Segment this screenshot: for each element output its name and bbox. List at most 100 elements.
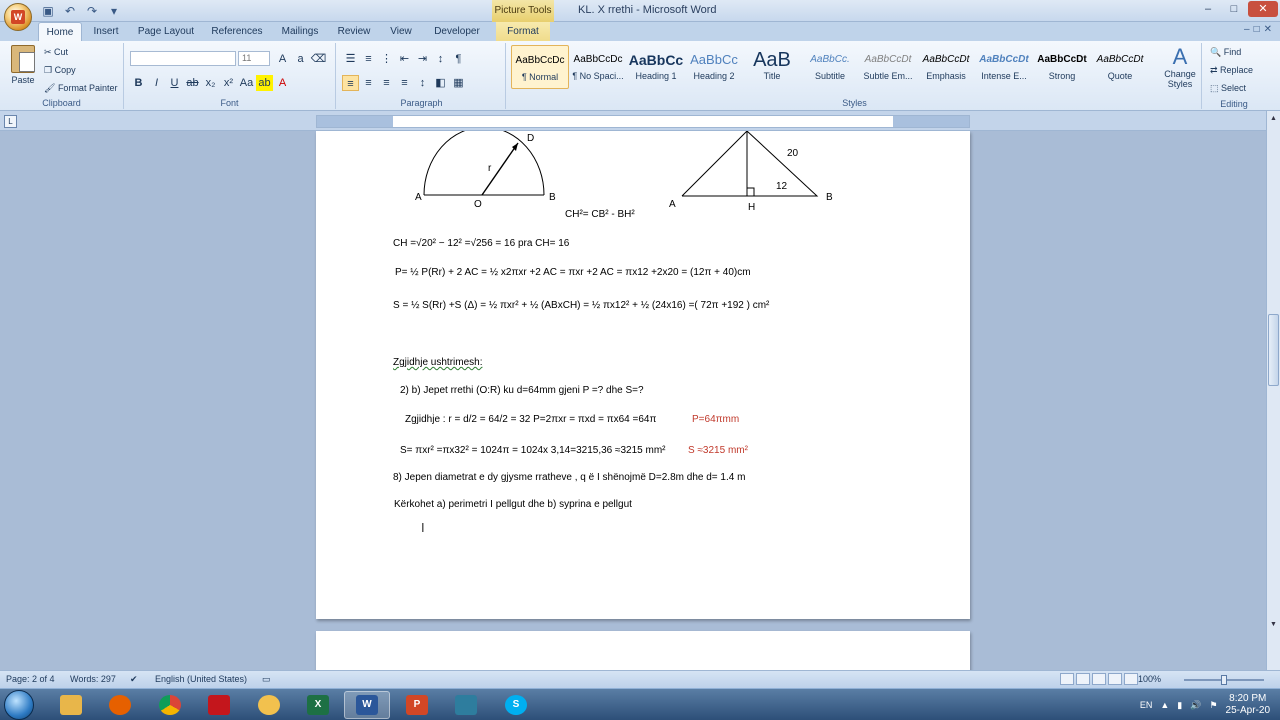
sort-icon[interactable]: ↕: [432, 51, 449, 67]
page-count[interactable]: Page: 2 of 4: [6, 674, 55, 684]
taskbar-acrobat[interactable]: [196, 691, 242, 719]
grow-font-icon[interactable]: A: [274, 51, 291, 67]
font-size-select[interactable]: 11: [238, 51, 270, 66]
shrink-font-icon[interactable]: a: [292, 51, 309, 67]
superscript-icon[interactable]: x²: [220, 75, 237, 91]
taskbar-chrome[interactable]: [147, 691, 193, 719]
scroll-up-icon[interactable]: ▲: [1268, 113, 1279, 124]
decrease-indent-icon[interactable]: ⇤: [396, 51, 413, 67]
proofing-icon[interactable]: ✔: [130, 674, 138, 685]
font-name-select[interactable]: [130, 51, 236, 66]
underline-icon[interactable]: U: [166, 75, 183, 91]
taskbar-explorer[interactable]: [48, 691, 94, 719]
taskbar-firefox[interactable]: [97, 691, 143, 719]
tab-home[interactable]: Home: [38, 22, 82, 41]
increase-indent-icon[interactable]: ⇥: [414, 51, 431, 67]
style-normal[interactable]: AaBbCcDc ¶ Normal: [511, 45, 569, 89]
minimize-button[interactable]: –: [1196, 1, 1220, 17]
save-icon[interactable]: ▣: [40, 3, 56, 19]
zoom-slider[interactable]: [1184, 675, 1264, 685]
borders-icon[interactable]: ▦: [450, 75, 467, 91]
multilevel-list-icon[interactable]: ⋮: [378, 51, 395, 67]
draft-icon[interactable]: [1124, 673, 1138, 685]
language-indicator[interactable]: English (United States): [155, 674, 247, 684]
align-left-icon[interactable]: ≡: [342, 75, 359, 91]
highlight-icon[interactable]: ab: [256, 75, 273, 91]
document-page-next[interactable]: [316, 631, 970, 670]
taskbar-skype[interactable]: S: [493, 691, 539, 719]
ribbon-close-button[interactable]: ✕: [1264, 24, 1272, 35]
style-subtitle[interactable]: AaBbCc. Subtitle: [801, 45, 859, 89]
format-painter-button[interactable]: 🖌 Format Painter: [44, 83, 117, 94]
subscript-icon[interactable]: x₂: [202, 75, 219, 91]
volume-icon[interactable]: 🔊: [1190, 700, 1201, 711]
tab-references[interactable]: References: [210, 22, 264, 41]
bullets-icon[interactable]: ☰: [342, 51, 359, 67]
style-strong[interactable]: AaBbCcDt Strong: [1033, 45, 1091, 89]
italic-icon[interactable]: I: [148, 75, 165, 91]
taskbar-app[interactable]: [246, 691, 292, 719]
web-layout-icon[interactable]: [1092, 673, 1106, 685]
style-title[interactable]: AaB Title: [743, 45, 801, 89]
macro-icon[interactable]: ▭: [262, 674, 271, 685]
tab-review[interactable]: Review: [334, 22, 374, 41]
style-no-spacing[interactable]: AaBbCcDc ¶ No Spaci...: [569, 45, 627, 89]
select-button[interactable]: ⬚ Select: [1210, 83, 1246, 94]
horizontal-ruler[interactable]: [316, 115, 970, 128]
view-ruler-toggle[interactable]: L: [4, 115, 17, 128]
font-color-icon[interactable]: A: [274, 75, 291, 91]
style-subtle-emphasis[interactable]: AaBbCcDt Subtle Em...: [859, 45, 917, 89]
scroll-thumb[interactable]: [1268, 314, 1279, 386]
outline-icon[interactable]: [1108, 673, 1122, 685]
style-emphasis[interactable]: AaBbCcDt Emphasis: [917, 45, 975, 89]
style-heading-2[interactable]: AaBbCc Heading 2: [685, 45, 743, 89]
taskbar-powerpoint[interactable]: P: [394, 691, 440, 719]
tab-view[interactable]: View: [384, 22, 418, 41]
tab-mailings[interactable]: Mailings: [278, 22, 322, 41]
copy-button[interactable]: ❐ Copy: [44, 65, 76, 76]
clear-formatting-icon[interactable]: ⌫: [310, 51, 327, 67]
print-layout-icon[interactable]: [1060, 673, 1074, 685]
style-intense-emphasis[interactable]: AaBbCcDt Intense E...: [975, 45, 1033, 89]
ribbon-minimize-button[interactable]: –: [1244, 24, 1250, 35]
bold-icon[interactable]: B: [130, 75, 147, 91]
ribbon-restore-button[interactable]: □: [1254, 24, 1260, 35]
start-button[interactable]: [4, 690, 34, 720]
zoom-knob[interactable]: [1221, 675, 1227, 685]
tray-arrow-icon[interactable]: ▲: [1160, 700, 1169, 710]
zoom-level[interactable]: 100%: [1138, 674, 1161, 684]
maximize-button[interactable]: □: [1222, 1, 1246, 17]
tab-insert[interactable]: Insert: [88, 22, 124, 41]
shading-icon[interactable]: ◧: [432, 75, 449, 91]
triangle-figure[interactable]: [676, 131, 826, 201]
taskbar-word[interactable]: W: [344, 691, 390, 719]
undo-icon[interactable]: ↶: [62, 3, 78, 19]
network-icon[interactable]: ▮: [1177, 700, 1182, 711]
paste-button[interactable]: Paste: [8, 45, 38, 93]
change-case-icon[interactable]: Aa: [238, 75, 255, 91]
find-button[interactable]: 🔍 Find: [1210, 47, 1241, 58]
semicircle-figure[interactable]: [412, 131, 572, 211]
office-button[interactable]: W: [4, 3, 32, 31]
numbering-icon[interactable]: ≡: [360, 51, 377, 67]
flag-icon[interactable]: ⚑: [1209, 700, 1217, 711]
redo-icon[interactable]: ↷: [84, 3, 100, 19]
cut-button[interactable]: ✂ Cut: [44, 47, 68, 58]
taskbar-excel[interactable]: X: [295, 691, 341, 719]
style-quote[interactable]: AaBbCcDt Quote: [1091, 45, 1149, 89]
justify-icon[interactable]: ≡: [396, 75, 413, 91]
tab-developer[interactable]: Developer: [430, 22, 484, 41]
full-screen-icon[interactable]: [1076, 673, 1090, 685]
customize-qat-icon[interactable]: ▾: [106, 3, 122, 19]
vertical-scrollbar[interactable]: ▲ ▼: [1266, 111, 1280, 670]
document-page[interactable]: A O B D r A H B 20 12 CH²= CB² - BH² CH …: [316, 131, 970, 619]
language-bar[interactable]: EN: [1140, 700, 1153, 710]
word-count[interactable]: Words: 297: [70, 674, 116, 684]
replace-button[interactable]: ⇄ Replace: [1210, 65, 1253, 76]
align-center-icon[interactable]: ≡: [360, 75, 377, 91]
strikethrough-icon[interactable]: ab: [184, 75, 201, 91]
scroll-down-icon[interactable]: ▼: [1268, 619, 1279, 630]
line-spacing-icon[interactable]: ↕: [414, 75, 431, 91]
taskbar-publisher[interactable]: [443, 691, 489, 719]
align-right-icon[interactable]: ≡: [378, 75, 395, 91]
